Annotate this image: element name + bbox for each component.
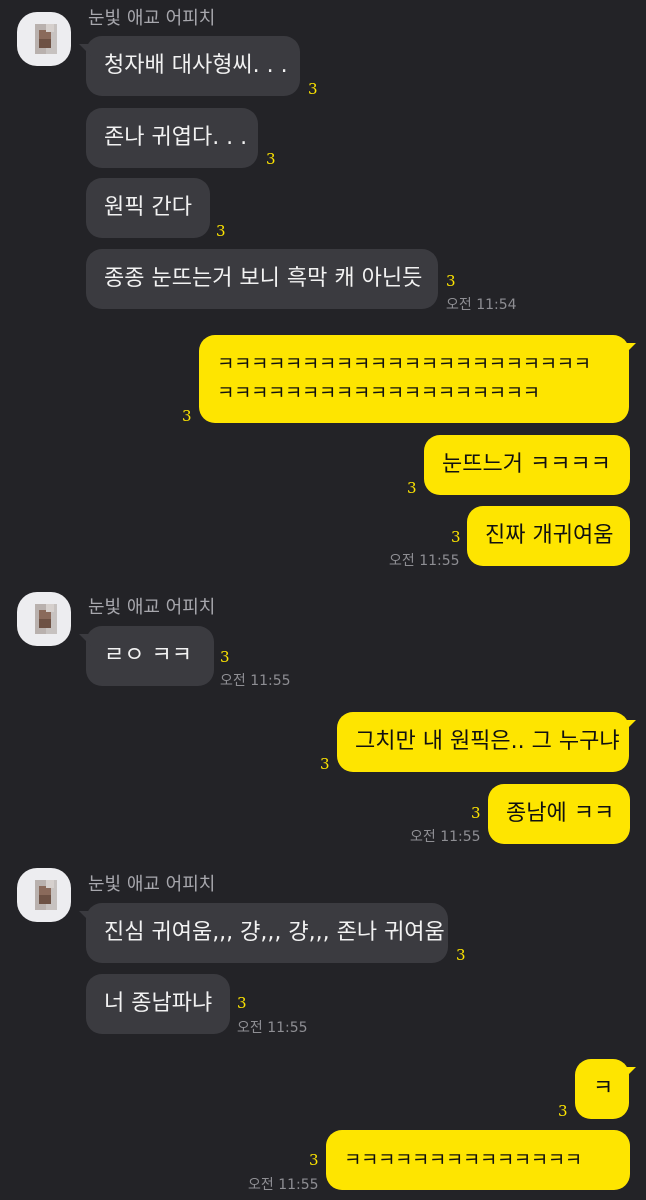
- unread-count: 3: [266, 150, 276, 168]
- unread-count: 3: [182, 407, 192, 425]
- message-time: 오전 11:55: [248, 1177, 319, 1193]
- profile-image: [35, 24, 57, 54]
- avatar[interactable]: [17, 592, 71, 646]
- message-text: ㄹㅇ ㅋㅋ: [104, 643, 192, 668]
- incoming-message[interactable]: 원픽 간다: [86, 178, 210, 238]
- message-text: 종종 눈뜨는거 보니 흑막 캐 아닌듯: [104, 266, 423, 291]
- outgoing-message[interactable]: ㅋ: [575, 1059, 636, 1119]
- unread-count: 3: [451, 528, 461, 546]
- sender-name: 눈빛 애교 어피치: [88, 597, 216, 618]
- message-text: ㅋㅋㅋㅋㅋㅋㅋㅋㅋㅋㅋㅋㅋㅋ: [344, 1149, 582, 1171]
- unread-count: 3: [558, 1102, 568, 1120]
- message-time: 오전 11:55: [237, 1020, 308, 1036]
- message-line-1: ㅋㅋㅋㅋㅋㅋㅋㅋㅋㅋㅋㅋㅋㅋㅋㅋㅋㅋㅋㅋㅋㅋ: [217, 353, 591, 375]
- unread-count: 3: [407, 479, 417, 497]
- message-text: 원픽 간다: [104, 195, 192, 220]
- avatar[interactable]: [17, 868, 71, 922]
- incoming-message[interactable]: 종종 눈뜨는거 보니 흑막 캐 아닌듯: [86, 249, 438, 309]
- unread-count: 3: [309, 1151, 319, 1169]
- message-text: 진짜 개귀여움: [485, 523, 614, 548]
- outgoing-message[interactable]: 눈뜨느거 ㅋㅋㅋㅋ: [424, 435, 630, 495]
- unread-count: 3: [237, 994, 247, 1012]
- unread-count: 3: [308, 80, 318, 98]
- sender-name: 눈빛 애교 어피치: [88, 874, 216, 895]
- message-text: 종남에 ㅋㅋ: [506, 801, 615, 826]
- message-time: 오전 11:55: [220, 673, 291, 689]
- outgoing-message[interactable]: 진짜 개귀여움: [467, 506, 630, 566]
- incoming-message[interactable]: 청자배 대사형씨. . .: [79, 36, 300, 96]
- unread-count: 3: [456, 946, 466, 964]
- unread-count: 3: [471, 804, 481, 822]
- outgoing-message[interactable]: 종남에 ㅋㅋ: [488, 784, 630, 844]
- message-text: 존나 귀엽다. . .: [104, 125, 248, 150]
- message-text: 청자배 대사형씨. . .: [104, 53, 288, 78]
- outgoing-message[interactable]: ㅋㅋㅋㅋㅋㅋㅋㅋㅋㅋㅋㅋㅋㅋ: [326, 1130, 630, 1190]
- profile-image: [35, 604, 57, 634]
- sender-name: 눈빛 애교 어피치: [88, 8, 216, 29]
- message-line-2: ㅋㅋㅋㅋㅋㅋㅋㅋㅋㅋㅋㅋㅋㅋㅋㅋㅋㅋㅋ: [217, 382, 540, 404]
- incoming-message[interactable]: 존나 귀엽다. . .: [86, 108, 258, 168]
- unread-count: 3: [220, 648, 230, 666]
- message-text: 그치만 내 원픽은.. 그 누구냐: [355, 729, 620, 754]
- unread-count: 3: [320, 755, 330, 773]
- message-text: ㅋㅋㅋㅋㅋㅋㅋㅋㅋㅋㅋㅋㅋㅋㅋㅋㅋㅋㅋㅋㅋㅋ ㅋㅋㅋㅋㅋㅋㅋㅋㅋㅋㅋㅋㅋㅋㅋㅋㅋ…: [217, 350, 591, 408]
- message-text: 눈뜨느거 ㅋㅋㅋㅋ: [442, 452, 611, 477]
- message-text: 진심 귀여움,,, 걍,,, 걍,,, 존나 귀여움: [104, 920, 445, 945]
- message-text: ㅋ: [593, 1076, 614, 1101]
- avatar[interactable]: [17, 12, 71, 66]
- outgoing-message[interactable]: ㅋㅋㅋㅋㅋㅋㅋㅋㅋㅋㅋㅋㅋㅋㅋㅋㅋㅋㅋㅋㅋㅋ ㅋㅋㅋㅋㅋㅋㅋㅋㅋㅋㅋㅋㅋㅋㅋㅋㅋ…: [199, 335, 636, 423]
- unread-count: 3: [446, 272, 456, 290]
- incoming-message[interactable]: 너 종남파냐: [86, 974, 230, 1034]
- message-time: 오전 11:55: [410, 829, 481, 845]
- message-time: 오전 11:55: [389, 553, 460, 569]
- unread-count: 3: [216, 222, 226, 240]
- incoming-message[interactable]: 진심 귀여움,,, 걍,,, 걍,,, 존나 귀여움: [79, 903, 448, 963]
- profile-image: [35, 880, 57, 910]
- outgoing-message[interactable]: 그치만 내 원픽은.. 그 누구냐: [337, 712, 636, 772]
- message-text: 너 종남파냐: [104, 991, 213, 1016]
- incoming-message[interactable]: ㄹㅇ ㅋㅋ: [79, 626, 214, 686]
- message-time: 오전 11:54: [446, 297, 517, 313]
